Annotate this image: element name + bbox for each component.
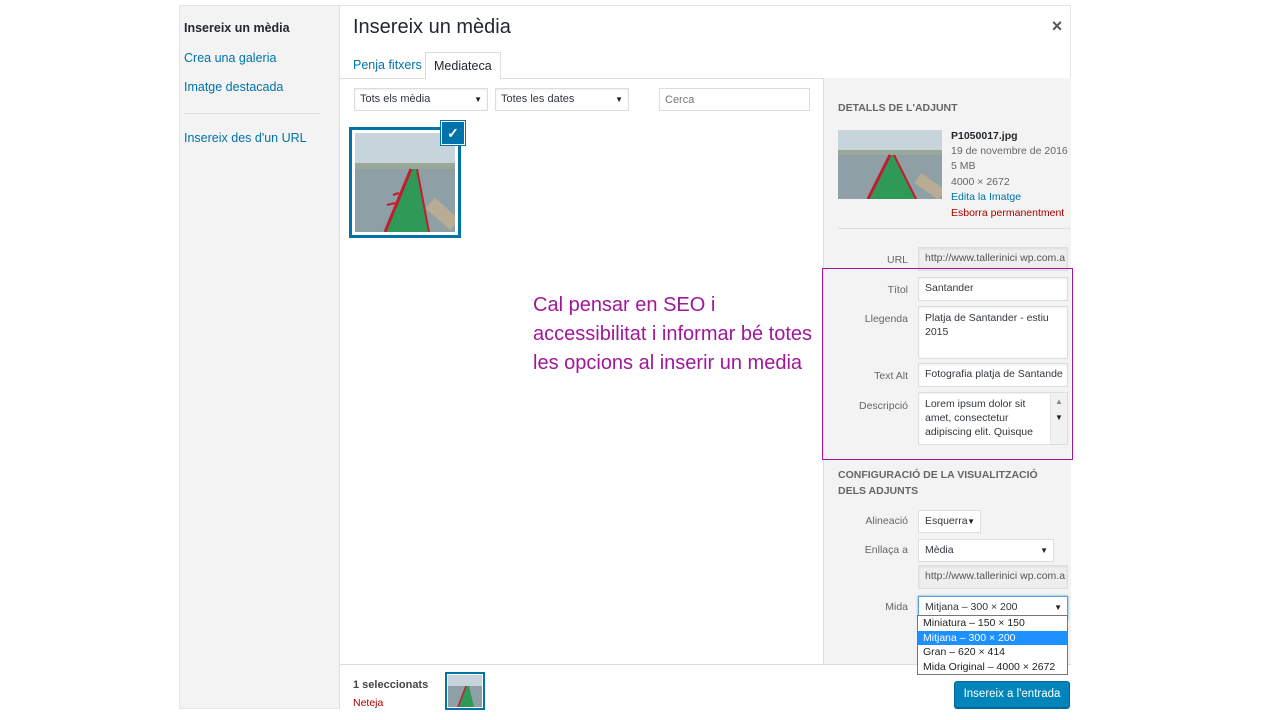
link-to-select[interactable]: Mèdia ▼	[918, 539, 1054, 562]
modal-title: Insereix un mèdia	[353, 16, 511, 38]
chevron-down-icon: ▼	[474, 95, 482, 104]
size-option-thumbnail[interactable]: Miniatura – 150 × 150	[918, 616, 1067, 631]
size-option-large[interactable]: Gran – 620 × 414	[918, 645, 1067, 660]
selection-count: 1 seleccionats	[353, 679, 429, 691]
menu-item-create-gallery[interactable]: Crea una galeria	[184, 51, 276, 65]
clear-selection-link[interactable]: Neteja	[353, 697, 383, 709]
menu-separator	[184, 113, 320, 114]
attachment-filesize: 5 MB	[951, 160, 976, 172]
router-tabs: Penja fitxers Mediateca	[340, 46, 1071, 80]
size-label: Mida	[885, 601, 908, 613]
tab-media-library[interactable]: Mediateca	[425, 52, 501, 80]
date-filter[interactable]: Totes les dates ▼	[495, 88, 629, 111]
attachment-filename: P1050017.jpg	[951, 130, 1018, 142]
insert-into-post-button[interactable]: Insereix a l'entrada	[954, 681, 1070, 708]
size-option-medium[interactable]: Mitjana – 300 × 200	[918, 630, 1067, 645]
date-filter-value: Totes les dates	[501, 93, 575, 105]
alignment-value: Esquerra	[925, 515, 968, 527]
alignment-label: Alineació	[865, 515, 908, 527]
size-options-list: Miniatura – 150 × 150 Mitjana – 300 × 20…	[917, 615, 1068, 675]
attachment-date: 19 de novembre de 2016	[951, 145, 1068, 157]
edit-image-link[interactable]: Edita la Imatge	[951, 191, 1021, 203]
link-to-value: Mèdia	[925, 544, 954, 556]
selection-thumbnail-image	[448, 675, 482, 708]
menu-item-insert-media[interactable]: Insereix un mèdia	[184, 21, 290, 35]
alignment-select[interactable]: Esquerra ▼	[918, 510, 981, 533]
detail-thumbnail	[838, 130, 942, 199]
link-url-field[interactable]: http://www.tallerinici wp.com.a	[918, 565, 1068, 589]
check-icon[interactable]: ✓	[441, 121, 465, 145]
chevron-down-icon: ▼	[967, 517, 975, 526]
size-option-full[interactable]: Mida Original – 4000 × 2672	[918, 660, 1067, 675]
tab-upload-files[interactable]: Penja fitxers	[345, 52, 430, 80]
sidebar-separator	[838, 228, 1070, 229]
delete-permanently-link[interactable]: Esborra permanentment	[951, 207, 1064, 219]
menu-item-featured-image[interactable]: Imatge destacada	[184, 80, 283, 94]
menu-item-insert-from-url[interactable]: Insereix des d'un URL	[184, 131, 307, 145]
search-input[interactable]	[659, 88, 810, 111]
chevron-down-icon: ▼	[615, 95, 623, 104]
display-settings-heading: Configuració de la visualització dels ad…	[838, 469, 1038, 497]
close-icon[interactable]: ×	[1047, 16, 1067, 36]
media-menu: Insereix un mèdia Crea una galeria Imatg…	[180, 6, 340, 708]
annotation-highlight-box	[822, 268, 1073, 460]
attachment-details-heading: Detalls de l'adjunt	[838, 102, 958, 114]
media-modal: Insereix un mèdia Crea una galeria Imatg…	[179, 5, 1073, 710]
link-to-label: Enllaça a	[864, 544, 908, 556]
size-value: Mitjana – 300 × 200	[925, 601, 1018, 613]
media-type-filter-value: Tots els mèdia	[360, 93, 431, 105]
attachment-dimensions: 4000 × 2672	[951, 176, 1010, 188]
url-label: URL	[886, 254, 908, 266]
pier-photo	[355, 133, 460, 233]
media-type-filter[interactable]: Tots els mèdia ▼	[354, 88, 488, 111]
chevron-down-icon: ▼	[1040, 546, 1048, 555]
annotation-text: Cal pensar en SEO i accessibilitat i inf…	[533, 294, 813, 374]
selection-thumbnail[interactable]	[445, 672, 485, 710]
